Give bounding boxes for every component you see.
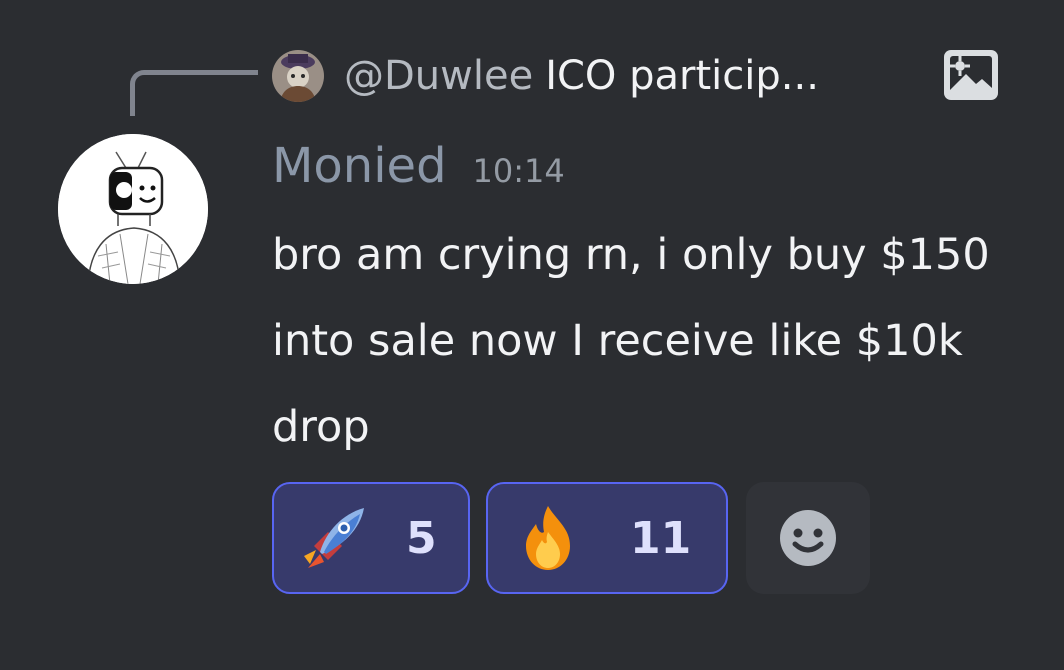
- reply-author-avatar[interactable]: [272, 50, 324, 102]
- reply-message-text[interactable]: ICO particip...: [545, 53, 819, 99]
- fire-icon: [512, 502, 584, 574]
- image-icon: [940, 46, 1002, 104]
- rocket-icon: [298, 502, 370, 574]
- message-header: Monied 10:14: [272, 138, 565, 198]
- reply-connector-line: [130, 70, 258, 116]
- message-content: bro am crying rn, i only buy $150 into s…: [272, 230, 990, 452]
- reply-preview[interactable]: @Duwlee ICO particip...: [272, 46, 819, 106]
- user-avatar[interactable]: [58, 134, 208, 284]
- add-reaction-button[interactable]: [746, 482, 870, 594]
- reply-author-name[interactable]: @Duwlee: [344, 53, 533, 99]
- reaction-count: 5: [406, 512, 437, 564]
- username[interactable]: Monied: [272, 138, 447, 194]
- smiley-icon: [780, 510, 836, 566]
- timestamp[interactable]: 10:14: [473, 152, 565, 190]
- reaction-fire[interactable]: 11: [486, 482, 728, 594]
- reaction-count: 11: [630, 512, 692, 564]
- reaction-rocket[interactable]: 5: [272, 482, 470, 594]
